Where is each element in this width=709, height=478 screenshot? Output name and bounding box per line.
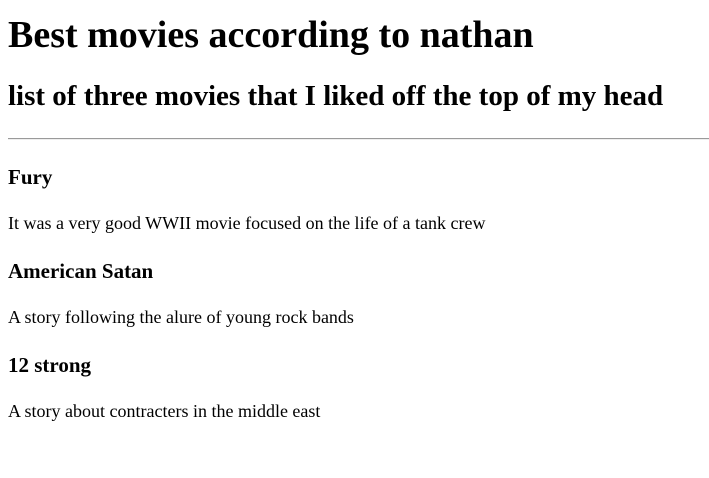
movie-description: A story about contracters in the middle … (8, 401, 321, 421)
movie-item-american-satan: American Satan A story following the alu… (8, 258, 701, 328)
movie-description: It was a very good WWII movie focused on… (8, 213, 486, 233)
page-title: Best movies according to nathan (8, 14, 534, 56)
movie-description: A story following the alure of young roc… (8, 307, 354, 327)
movie-list: Fury It was a very good WWII movie focus… (8, 164, 701, 422)
divider (8, 138, 709, 140)
movie-title: 12 strong (8, 353, 92, 377)
page-subtitle: list of three movies that I liked off th… (8, 80, 664, 112)
movie-title: Fury (8, 165, 53, 189)
movie-item-12-strong: 12 strong A story about contracters in t… (8, 352, 701, 422)
movie-title: American Satan (8, 259, 154, 283)
movie-item-fury: Fury It was a very good WWII movie focus… (8, 164, 701, 234)
page-content: Best movies according to nathan list of … (0, 13, 709, 422)
